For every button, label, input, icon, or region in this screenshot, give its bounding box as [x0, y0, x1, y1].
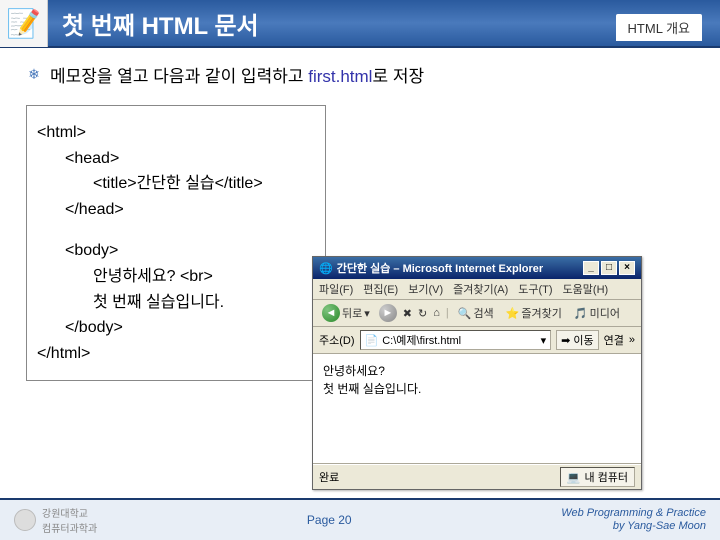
ie-statusbar: 완료 💻 내 컴퓨터	[313, 464, 641, 489]
filename: first.html	[308, 67, 372, 86]
back-button[interactable]: ◄ 뒤로 ▾	[319, 303, 373, 323]
address-label: 주소(D)	[319, 332, 355, 348]
home-icon[interactable]: ⌂	[433, 307, 440, 319]
code-line: <head>	[37, 146, 315, 172]
bullet-line: ❄ 메모장을 열고 다음과 같이 입력하고 first.html로 저장	[26, 62, 694, 87]
maximize-button[interactable]: □	[601, 261, 617, 275]
slide-title: 첫 번째 HTML 문서	[62, 6, 259, 41]
footer-logo: 강원대학교 컴퓨터과학과	[14, 505, 97, 535]
bullet-pre: 메모장을 열고 다음과 같이 입력하고	[50, 67, 308, 86]
minimize-button[interactable]: _	[583, 261, 599, 275]
footer-credit: Web Programming & Practice by Yang-Sae M…	[561, 507, 706, 533]
credit-line1: Web Programming & Practice	[561, 507, 706, 520]
page-icon: 📄	[365, 334, 379, 347]
ie-titlebar[interactable]: 🌐 간단한 실습 – Microsoft Internet Explorer _…	[313, 257, 641, 279]
links-expand-icon[interactable]: »	[629, 334, 635, 346]
close-button[interactable]: ×	[619, 261, 635, 275]
credit-line2: by Yang-Sae Moon	[561, 520, 706, 533]
ie-window: 🌐 간단한 실습 – Microsoft Internet Explorer _…	[312, 256, 642, 490]
ie-title-text: 간단한 실습 – Microsoft Internet Explorer	[337, 260, 543, 276]
links-label[interactable]: 연결	[604, 332, 624, 348]
ie-toolbar: ◄ 뒤로 ▾ ► ✖ ↻ ⌂ | 🔍검색 ⭐즐겨찾기 🎵미디어	[313, 300, 641, 327]
status-right-zone: 💻 내 컴퓨터	[560, 467, 635, 487]
menu-help[interactable]: 도움말(H)	[563, 281, 609, 297]
code-line: </body>	[37, 315, 315, 341]
code-line: <html>	[37, 120, 315, 146]
ie-app-icon: 🌐	[319, 262, 333, 275]
back-icon: ◄	[322, 304, 340, 322]
address-input[interactable]: 📄 C:\예제\first.html ▾	[360, 330, 552, 350]
page-number: Page 20	[307, 513, 352, 527]
status-right: 내 컴퓨터	[584, 469, 628, 485]
slide-footer: 강원대학교 컴퓨터과학과 Page 20 Web Programming & P…	[0, 498, 720, 540]
footer-logo-text: 강원대학교 컴퓨터과학과	[42, 505, 97, 535]
computer-icon: 💻	[567, 471, 581, 484]
slide-header: 📝 첫 번째 HTML 문서 HTML 개요	[0, 0, 720, 48]
ie-viewport: 안녕하세요? 첫 번째 실습입니다.	[313, 354, 641, 464]
refresh-icon[interactable]: ↻	[418, 307, 427, 320]
favorites-button[interactable]: ⭐즐겨찾기	[503, 304, 565, 322]
bullet-icon: ❄	[26, 67, 42, 83]
search-label: 검색	[473, 305, 493, 321]
back-label: 뒤로	[342, 305, 362, 321]
menu-view[interactable]: 보기(V)	[408, 281, 443, 297]
go-button[interactable]: ➡이동	[556, 330, 598, 350]
code-line: </html>	[37, 341, 315, 367]
university-logo-icon	[14, 509, 36, 531]
stop-icon[interactable]: ✖	[403, 307, 412, 320]
code-box: <html> <head> <title>간단한 실습</title> </he…	[26, 105, 326, 381]
forward-button[interactable]: ►	[379, 304, 397, 322]
slide-subtitle: HTML 개요	[616, 14, 702, 41]
code-line: 안녕하세요? <br>	[37, 264, 315, 290]
go-label: 이동	[573, 332, 593, 348]
menu-tools[interactable]: 도구(T)	[518, 281, 552, 297]
address-value: C:\예제\first.html	[382, 332, 461, 348]
media-button[interactable]: 🎵미디어	[571, 304, 623, 322]
status-left: 완료	[319, 469, 339, 485]
dropdown-icon[interactable]: ▾	[541, 334, 547, 347]
fav-label: 즐겨찾기	[521, 305, 561, 321]
code-line: <body>	[37, 238, 315, 264]
menu-fav[interactable]: 즐겨찾기(A)	[453, 281, 508, 297]
ie-addressbar: 주소(D) 📄 C:\예제\first.html ▾ ➡이동 연결 »	[313, 327, 641, 354]
ie-menubar: 파일(F) 편집(E) 보기(V) 즐겨찾기(A) 도구(T) 도움말(H)	[313, 279, 641, 300]
header-icon: 📝	[0, 0, 48, 47]
menu-file[interactable]: 파일(F)	[319, 281, 353, 297]
code-line: <title>간단한 실습</title>	[37, 171, 315, 197]
media-label: 미디어	[590, 305, 620, 321]
search-button[interactable]: 🔍검색	[455, 304, 497, 322]
code-line: 첫 번째 실습입니다.	[37, 290, 315, 316]
bullet-post: 로 저장	[372, 67, 424, 86]
page-line2: 첫 번째 실습입니다.	[323, 380, 631, 398]
bullet-text: 메모장을 열고 다음과 같이 입력하고 first.html로 저장	[50, 62, 424, 87]
code-line: </head>	[37, 197, 315, 223]
page-line1: 안녕하세요?	[323, 362, 631, 380]
menu-edit[interactable]: 편집(E)	[363, 281, 398, 297]
